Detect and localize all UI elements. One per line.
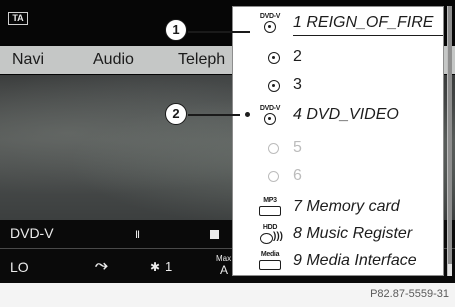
max-label: Max — [216, 254, 232, 263]
menu-item-telephone[interactable]: Teleph — [178, 51, 225, 69]
figure-code: P82.87-5559-31 — [370, 288, 449, 300]
pause-icon[interactable]: II — [135, 229, 140, 241]
disc-icon — [255, 75, 285, 97]
media-interface-icon: Media — [255, 251, 285, 273]
disc-item-label: 6 — [293, 167, 302, 184]
callout-1: 1 — [165, 19, 187, 41]
dvd-video-icon: DVD-V — [255, 13, 285, 35]
airflow-seat-icon[interactable]: ⤳ — [95, 257, 108, 275]
disc-item-label: 8 Music Register — [293, 225, 413, 242]
scrollbar-thumb[interactable] — [448, 6, 452, 264]
disc-item-7[interactable]: MP3 7 Memory card — [233, 195, 445, 221]
disc-item-5: 5 — [233, 136, 445, 162]
disc-item-label: 7 Memory card — [293, 198, 400, 215]
selection-underline — [293, 35, 443, 36]
disc-item-8[interactable]: HDD ))) 8 Music Register — [233, 222, 445, 248]
empty-slot-icon — [255, 166, 285, 188]
source-label: DVD-V — [10, 225, 54, 241]
fan-icon[interactable]: ✱ — [150, 260, 160, 274]
disc-item-label: 4 DVD_VIDEO — [293, 106, 399, 123]
mp3-icon-tag: MP3 — [263, 197, 277, 204]
disc-item-label: 2 — [293, 48, 302, 65]
menu-item-audio[interactable]: Audio — [93, 51, 134, 69]
disc-item-3[interactable]: 3 — [233, 73, 445, 99]
disc-icon — [255, 47, 285, 69]
empty-slot-icon — [255, 138, 285, 160]
menu-item-navi[interactable]: Navi — [12, 51, 44, 69]
disc-item-label: 9 Media Interface — [293, 252, 417, 269]
disc-item-label: 5 — [293, 139, 302, 156]
traffic-announcement-badge: TA — [8, 12, 28, 25]
disc-item-9[interactable]: Media 9 Media Interface — [233, 249, 445, 275]
disc-item-6: 6 — [233, 164, 445, 190]
dvd-icon-tag: DVD-V — [259, 105, 281, 112]
media-icon-tag: Media — [260, 251, 280, 258]
callout-leader-1 — [188, 31, 250, 33]
stop-icon[interactable] — [210, 230, 219, 239]
dvd-video-icon: DVD-V — [255, 105, 285, 127]
callout-leader-2 — [188, 114, 240, 116]
disc-selection-menu: DVD-V 1 REIGN_OF_FIRE 2 3 DVD-V 4 DVD_VI… — [232, 6, 444, 276]
disc-item-4[interactable]: DVD-V 4 DVD_VIDEO — [233, 103, 445, 129]
disc-item-label: 3 — [293, 76, 302, 93]
mp3-card-icon: MP3 — [255, 197, 285, 219]
active-disc-bullet — [245, 112, 250, 117]
max-value: A — [220, 263, 229, 277]
hdd-icon: HDD ))) — [255, 224, 285, 246]
dvd-icon-tag: DVD-V — [259, 13, 281, 20]
disc-item-2[interactable]: 2 — [233, 45, 445, 71]
scrollbar[interactable] — [447, 6, 452, 276]
fan-speed-value: 1 — [165, 259, 173, 274]
climate-temp-left[interactable]: LO — [10, 259, 29, 275]
disc-item-1[interactable]: DVD-V 1 REIGN_OF_FIRE — [233, 11, 445, 37]
callout-2: 2 — [165, 103, 187, 125]
disc-item-label: 1 REIGN_OF_FIRE — [293, 14, 434, 31]
